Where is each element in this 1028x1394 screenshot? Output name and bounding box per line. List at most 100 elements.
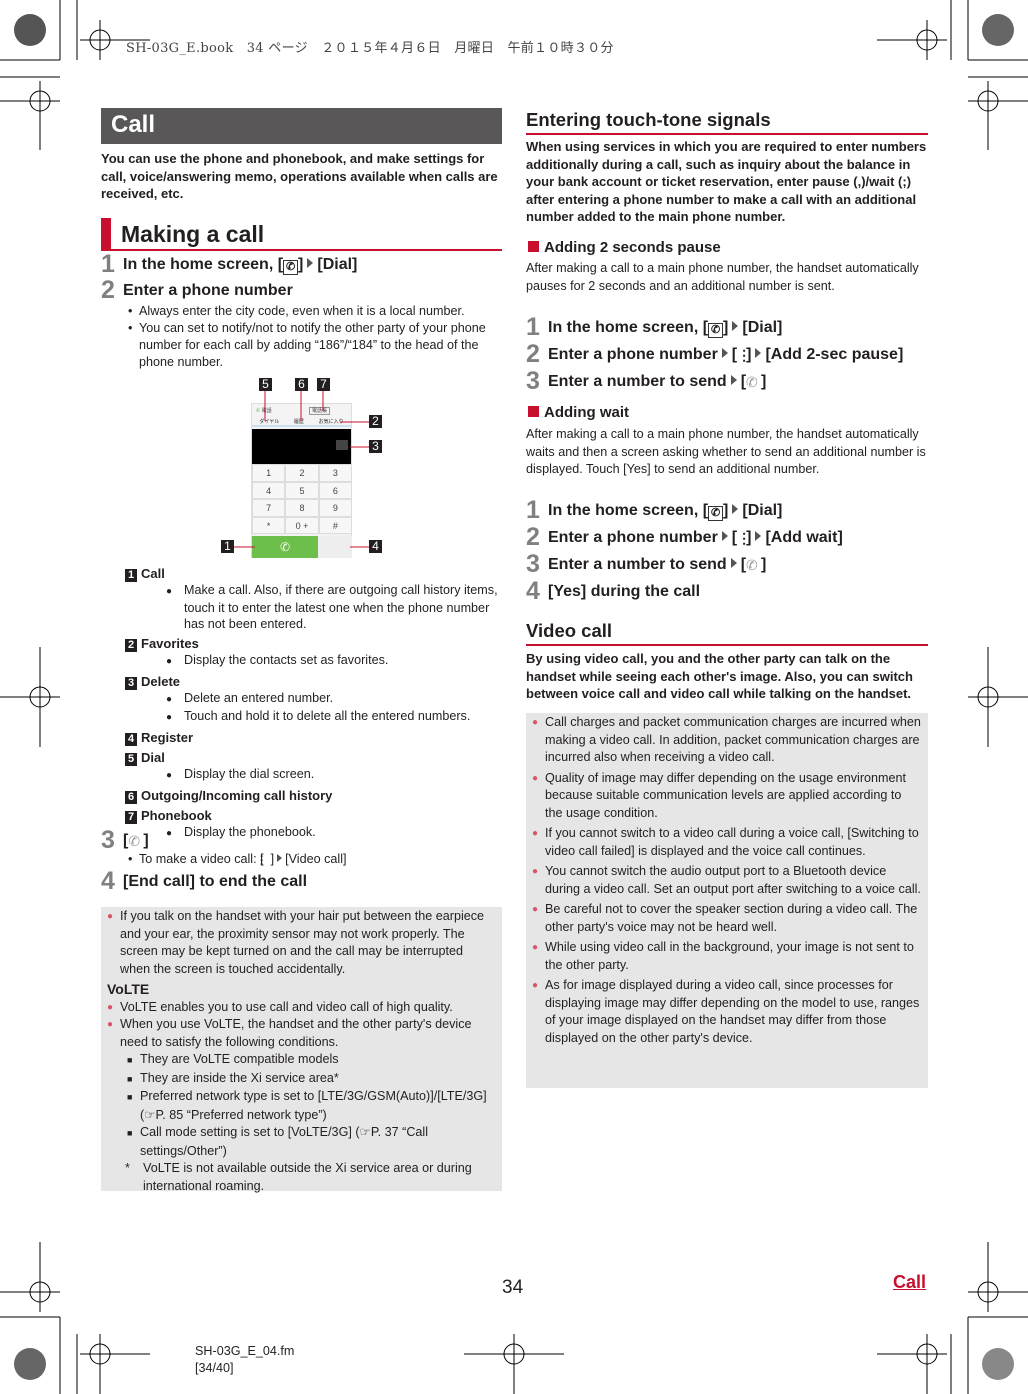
legend-number: 2 [125,639,137,652]
legend-label: Delete [141,674,181,689]
step-1: 1 In the home screen, [] [Dial] [526,497,843,524]
video-call-intro: By using video call, you and the other p… [526,651,913,701]
call-icon [746,369,761,395]
note-box: If you talk on the handset with your hai… [101,907,502,1193]
legend-item: 7 PhonebookDisplay the phonebook. [125,808,503,842]
chapter-title: Call [101,108,502,144]
legend-number: 7 [125,811,137,824]
subheading-wait: Adding wait [528,404,629,421]
menu-icon [737,531,746,546]
step-1: 1 In the home screen, [] [Dial] [526,314,903,341]
step-text: In the home screen, [ [548,319,709,336]
video-call-notes: Call charges and packet communication ch… [526,713,928,1088]
step-number: 3 [526,550,540,578]
legend-description: Touch and hold it to delete all the ente… [125,708,503,726]
condition-item: They are inside the Xi service area* [107,1070,496,1089]
step-4: 4 [End call] to end the call [101,868,307,895]
step-number: 2 [101,276,115,304]
legend-item: 1 CallMake a call. Also, if there are out… [125,566,503,632]
step-4: 4 [Yes] during the call [526,578,843,605]
legend-title: 7 Phonebook [125,808,503,824]
step-text: ] [746,346,752,363]
section-heading: Making a call [101,218,502,251]
subheading-pause: Adding 2 seconds pause [528,239,721,256]
file-name: SH-03G_E_04.fm [195,1344,295,1358]
section-heading-video-call: Video call [526,620,928,646]
legend-label: Outgoing/Incoming call history [141,788,333,803]
step-number: 3 [101,826,115,854]
legend-number: 4 [125,733,137,746]
note-item: You cannot switch the audio output port … [532,863,922,898]
step-text: ] [298,256,304,273]
wait-steps: 1 In the home screen, [] [Dial] 2 Enter a ph… [526,497,843,605]
step-text: [End call] to end the call [123,873,308,890]
step-text: ] [723,319,729,336]
phone-app-icon [708,323,724,338]
note-item: While using video call in the background… [532,939,922,974]
step-number: 1 [526,313,540,341]
step-text: ] [761,556,767,573]
note-item: If you talk on the handset with your hai… [107,908,496,978]
legend-description: Display the contacts set as favorites. [125,652,503,670]
step-text: Enter a phone number [548,346,718,363]
step-3: 3Enter a number to send[] [526,551,843,578]
step-number: 4 [101,867,115,895]
arrow-icon [721,531,728,541]
legend-item: 6 Outgoing/Incoming call history [125,788,503,804]
step-2: 2 Enter a phone number [101,277,293,304]
legend-title: 1 Call [125,566,503,582]
legend-item: 4 Register [125,730,503,746]
step-text: [Dial] [742,502,783,519]
step-number: 3 [526,367,540,395]
condition-item: Preferred network type is set to [LTE/3G… [107,1088,496,1124]
step-number: 4 [526,577,540,605]
step-text: [Dial] [742,319,783,336]
legend-item: 5 DialDisplay the dial screen. [125,750,503,784]
step-text: [Add wait] [765,529,843,546]
legend-number: 6 [125,791,137,804]
legend-description: Display the dial screen. [125,766,503,784]
page-number: 34 [502,1277,524,1298]
bullet: Always enter the city code, even when it… [128,303,498,320]
note-item: When you use VoLTE, the handset and the … [107,1016,496,1051]
legend-item: 3 DeleteDelete an entered number.Touch an… [125,674,503,726]
pause-description: After making a call to a main phone numb… [526,261,919,293]
call-icon [746,552,761,578]
step-text: ] [761,373,767,390]
legend-description: Delete an entered number. [125,690,503,708]
legend-description: Make a call. Also, if there are outgoing… [125,582,503,632]
step-2: 2Enter a phone number[][Add 2-sec pause] [526,341,903,368]
footnote-mark: * [125,1161,130,1175]
footnote: * VoLTE is not available outside the Xi s… [107,1160,496,1195]
arrow-icon [755,348,762,358]
menu-icon [264,854,271,866]
callout-lines [234,391,369,548]
note-item: VoLTE enables you to use call and video … [107,999,496,1017]
legend-label: Dial [141,750,165,765]
arrow-icon [277,854,283,862]
arrow-icon [732,321,739,331]
step-text: In the home screen, [ [548,502,709,519]
phone-app-icon [283,260,299,275]
section-link-call[interactable]: Call [893,1272,926,1293]
arrow-icon [307,258,314,268]
step-number: 2 [526,340,540,368]
step-3: 3Enter a number to send[] [526,368,903,395]
bullet: You can set to notify/not to notify the … [128,320,498,371]
step-text: To make a video call: [ [139,852,264,866]
step-text: ] [723,502,729,519]
dial-screen-illustration: ✆ 電話 電話帳 ダイヤル 履歴 お気に入り 1 2 3 4 5 6 7 8 9 * 0 + # ✆ 5 … [210,370,400,560]
legend-title: 4 Register [125,730,503,746]
step-number: 2 [526,523,540,551]
arrow-icon [755,531,762,541]
legend-label: Favorites [141,636,199,651]
legend: 1 CallMake a call. Also, if there are out… [125,566,503,846]
pause-steps: 1 In the home screen, [] [Dial] 2 Enter a ph… [526,314,903,395]
legend-title: 3 Delete [125,674,503,690]
arrow-icon [721,348,728,358]
note-item: Call charges and packet communication ch… [532,714,922,767]
legend-description: Display the phonebook. [125,824,503,842]
step-2: 2Enter a phone number[][Add wait] [526,524,843,551]
legend-item: 2 FavoritesDisplay the contacts set as fa… [125,636,503,670]
note-item: Quality of image may differ depending on… [532,770,922,823]
